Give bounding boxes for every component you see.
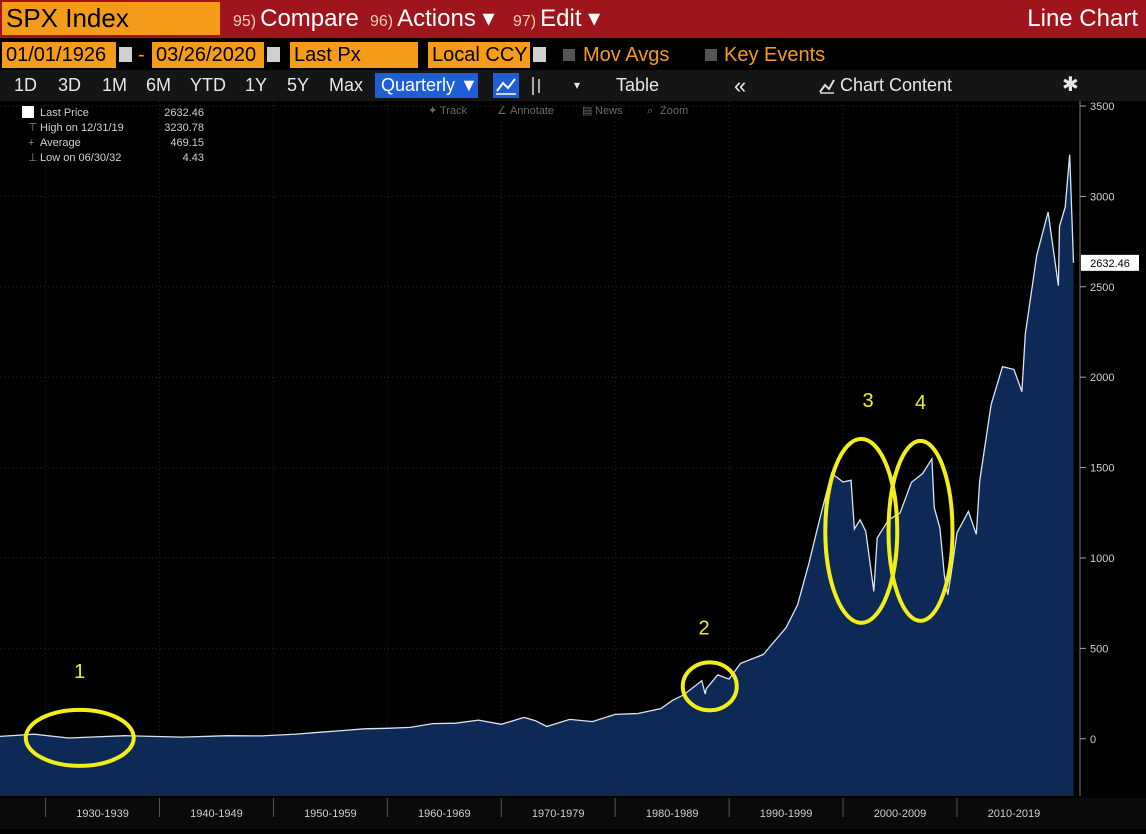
x-tick-label: 2010-2019 (988, 808, 1041, 820)
collapse-icon[interactable]: « (734, 70, 746, 101)
mov-avgs-checkbox[interactable] (563, 49, 575, 61)
average-marker-icon: + (28, 137, 34, 149)
track-tool[interactable]: Track (440, 105, 468, 117)
annotation-number: 2 (698, 617, 709, 639)
legend-last-price-label: Last Price (40, 107, 89, 119)
legend: Last Price 2632.46 ⊤ High on 12/31/19 32… (22, 106, 204, 164)
chart-toolbar: 1D 3D 1M 6M YTD 1Y 5Y Max Quarterly ▼ ▾ … (0, 70, 1146, 101)
price-chart: 0 500 1000 1500 2000 2500 3000 3500 1930-1939 19… (0, 101, 1146, 829)
annotation-number: 3 (863, 390, 874, 412)
period-5y[interactable]: 5Y (287, 70, 309, 101)
track-icon: ✦ (428, 105, 437, 117)
period-1d[interactable]: 1D (14, 70, 37, 101)
zoom-icon: ⌕ (647, 105, 653, 117)
field-select[interactable]: Last Px (290, 42, 418, 68)
price-area (0, 154, 1074, 796)
edit-label: Edit ▾ (540, 5, 601, 32)
annotation-number: 4 (915, 392, 926, 414)
last-price-tag-value: 2632.46 (1090, 258, 1130, 270)
legend-swatch (22, 106, 34, 118)
function-menu-bar: SPX Index 95) Compare 96) Actions ▾ 97) Edi… (0, 0, 1146, 38)
gear-icon[interactable]: ✱ (1062, 70, 1079, 101)
last-price-tag: 2632.46 (1081, 254, 1139, 271)
key-events-checkbox[interactable] (705, 49, 717, 61)
x-tick-label: 2000-2009 (874, 808, 927, 820)
edit-menu[interactable]: 97) Edit ▾ (513, 2, 601, 35)
news-icon: ▤ (582, 105, 592, 117)
line-chart-icon[interactable] (493, 73, 519, 98)
calendar-icon[interactable] (119, 47, 132, 62)
y-tick-label: 3500 (1090, 101, 1114, 113)
compare-label: Compare (260, 5, 359, 32)
low-marker-icon: ⊥ (28, 152, 38, 164)
annotate-tool[interactable]: Annotate (510, 105, 554, 117)
y-tick-label: 2500 (1090, 282, 1114, 294)
high-marker-icon: ⊤ (28, 122, 38, 134)
compare-shortcut: 95) (233, 13, 257, 30)
x-tick-label: 1980-1989 (646, 808, 699, 820)
chart-type-dropdown-icon[interactable]: ▾ (574, 70, 580, 101)
period-1m[interactable]: 1M (102, 70, 127, 101)
start-date-field[interactable]: 01/01/1926 (2, 42, 116, 68)
actions-label: Actions ▾ (397, 5, 495, 32)
x-axis: 1930-1939 1940-1949 1950-1959 1960-1969 1970… (0, 798, 1146, 829)
x-tick-label: 1940-1949 (190, 808, 243, 820)
x-tick-label: 1960-1969 (418, 808, 471, 820)
annotation-number: 1 (74, 661, 85, 683)
ticker-field[interactable]: SPX Index (2, 2, 220, 35)
y-tick-label: 0 (1090, 734, 1096, 746)
range-bar: 01/01/1926 - 03/26/2020 Last Px Local CC… (0, 38, 1146, 97)
period-ytd[interactable]: YTD (190, 70, 226, 101)
y-tick-label: 2000 (1090, 372, 1114, 384)
frequency-select[interactable]: Quarterly ▼ (375, 73, 478, 98)
y-tick-label: 1500 (1090, 463, 1114, 475)
legend-average-label: Average (40, 137, 81, 149)
y-axis: 0 500 1000 1500 2000 2500 3000 3500 (1079, 101, 1114, 796)
chart-content-button[interactable]: Chart Content (840, 70, 952, 101)
x-tick-label: 1970-1979 (532, 808, 585, 820)
zoom-tool[interactable]: Zoom (660, 105, 688, 117)
y-tick-label: 500 (1090, 643, 1108, 655)
actions-menu[interactable]: 96) Actions ▾ (370, 2, 495, 35)
y-tick-label: 1000 (1090, 553, 1114, 565)
news-tool[interactable]: News (595, 105, 623, 117)
x-tick-label: 1950-1959 (304, 808, 357, 820)
edit-shortcut: 97) (513, 13, 537, 30)
chart-tools: ✦ Track ∠ Annotate ▤ News ⌕ Zoom (428, 105, 688, 117)
chart-canvas[interactable]: 0500100015002000250030003500 1930-1939 19… (0, 101, 1146, 829)
view-title: Line Chart (1027, 5, 1138, 32)
period-3d[interactable]: 3D (58, 70, 81, 101)
actions-shortcut: 96) (370, 13, 394, 30)
legend-low-value: 4.43 (183, 152, 204, 164)
period-1y[interactable]: 1Y (245, 70, 267, 101)
period-6m[interactable]: 6M (146, 70, 171, 101)
mov-avgs-label[interactable]: Mov Avgs (583, 42, 669, 68)
candlestick-icon[interactable] (528, 75, 544, 97)
annotate-icon: ∠ (497, 105, 507, 117)
currency-dropdown-icon[interactable] (533, 47, 546, 62)
x-tick-label: 1990-1999 (760, 808, 813, 820)
chart-content-icon (819, 79, 835, 94)
legend-high-label: High on 12/31/19 (40, 122, 124, 134)
end-date-field[interactable]: 03/26/2020 (152, 42, 264, 68)
calendar-icon[interactable] (267, 47, 280, 62)
compare-menu[interactable]: 95) Compare (233, 2, 359, 35)
key-events-label[interactable]: Key Events (724, 42, 825, 68)
y-tick-label: 3000 (1090, 191, 1114, 203)
x-tick-label: 1930-1939 (76, 808, 129, 820)
legend-high-value: 3230.78 (164, 122, 204, 134)
currency-select[interactable]: Local CCY (428, 42, 530, 68)
legend-low-label: Low on 06/30/32 (40, 152, 121, 164)
date-separator: - (138, 44, 145, 66)
legend-last-price-value: 2632.46 (164, 107, 204, 119)
legend-average-value: 469.15 (170, 137, 204, 149)
period-max[interactable]: Max (329, 70, 363, 101)
table-button[interactable]: Table (616, 70, 659, 101)
